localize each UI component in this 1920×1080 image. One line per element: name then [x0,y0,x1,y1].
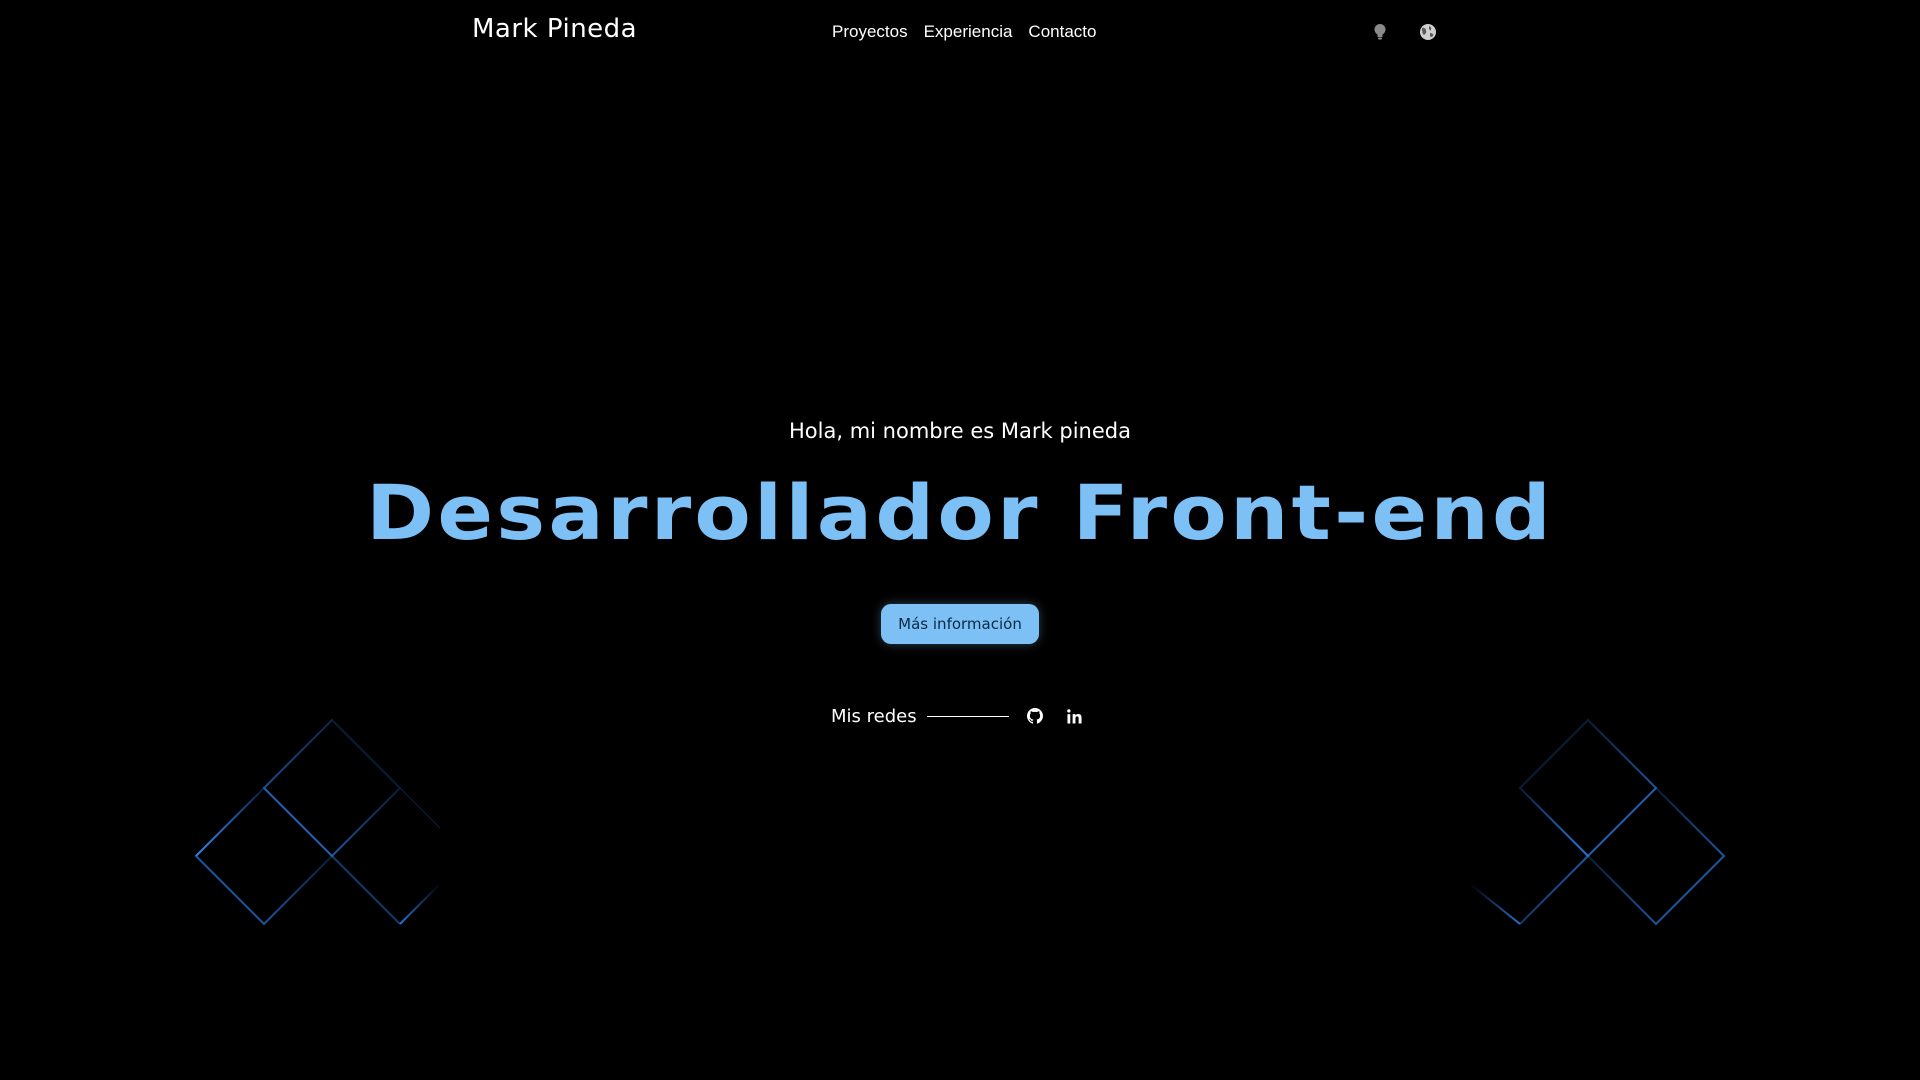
github-icon[interactable] [1025,706,1045,726]
socials-label: Mis redes [831,705,917,727]
more-info-button[interactable]: Más información [881,604,1039,644]
hero-section: Hola, mi nombre es Mark pineda Desarroll… [0,0,1920,1080]
linkedin-icon[interactable] [1065,706,1085,726]
hero-greeting: Hola, mi nombre es Mark pineda [789,419,1131,443]
socials-divider [926,715,1009,717]
hero-title: Desarrollador Front-end [365,468,1555,557]
social-links: Mis redes [831,703,1105,729]
